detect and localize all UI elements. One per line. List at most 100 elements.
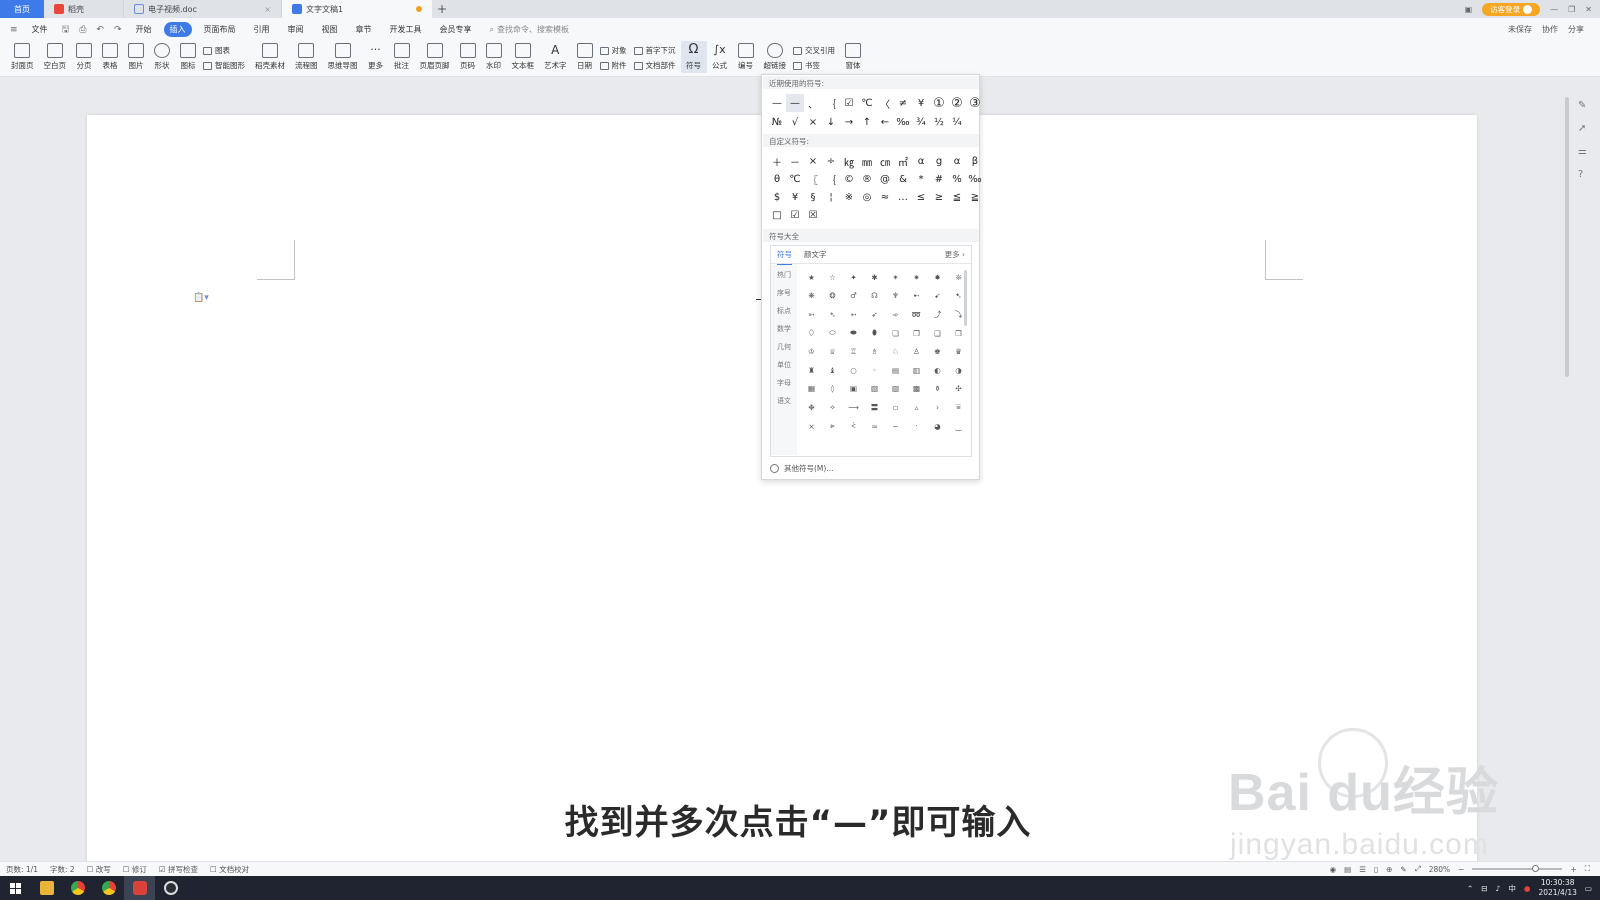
header-footer-button[interactable]: 页眉页脚 [415,41,455,73]
adjust-icon[interactable]: ⚌ [1578,146,1587,157]
library-symbol-cell[interactable]: ▧ [864,380,885,399]
symbol-cell[interactable]: ≦ [948,188,966,206]
zoom-in-icon[interactable]: + [1570,865,1576,874]
library-symbol-cell[interactable]: ⬭ [822,324,843,343]
library-symbol-cell[interactable]: ▵ [906,398,927,417]
symbol-cell[interactable]: ↑ [858,113,876,131]
library-symbol-cell[interactable]: ✷ [906,268,927,287]
library-symbol-cell[interactable]: ♆ [885,287,906,306]
library-symbol-cell[interactable]: ➴ [822,305,843,324]
library-symbol-cell[interactable]: ♕ [822,342,843,361]
symbol-cell[interactable]: β [966,152,984,170]
outline-view-icon[interactable]: ☰ [1359,865,1366,874]
taskbar-obs[interactable] [155,876,186,900]
symbol-cell[interactable]: § [804,188,822,206]
library-symbol-cell[interactable]: ‿ [948,417,969,436]
menu-devtools[interactable]: 开发工具 [384,22,428,37]
symbol-cell[interactable]: ½ [930,113,948,131]
layout-icon[interactable]: ▣ [1465,5,1473,14]
fit-icon[interactable]: ⤢ [1415,864,1421,874]
symbol-cell[interactable]: → [840,113,858,131]
symbol-cell[interactable]: ② [948,94,966,112]
symbol-cell[interactable]: ｛ [822,170,840,188]
close-icon[interactable]: × [264,5,271,14]
formula-button[interactable]: ∫x 公式 [707,41,733,73]
category-chinese[interactable]: 语文 [777,396,791,406]
library-symbol-cell[interactable]: ⩸ [948,398,969,417]
library-symbol-cell[interactable]: ➶ [864,305,885,324]
symbol-cell[interactable]: 〖 [804,170,822,188]
symbol-cell[interactable]: ® [858,170,876,188]
symbol-cell[interactable]: α [948,152,966,170]
menu-chapter[interactable]: 章节 [350,22,378,37]
library-symbol-cell[interactable]: ♜ [801,361,822,380]
library-symbol-cell[interactable]: ♘ [885,342,906,361]
tab-kaomoji[interactable]: 颜文字 [804,245,827,264]
symbol-cell[interactable]: ≥ [930,188,948,206]
symbol-cell[interactable]: ☑ [786,206,804,224]
taskbar-explorer[interactable] [31,876,62,900]
library-scrollbar[interactable] [964,270,967,326]
library-symbol-cell[interactable]: ✱ [864,268,885,287]
system-clock[interactable]: 10:30:38 2021/4/13 [1538,878,1576,898]
library-symbol-cell[interactable]: ⬯ [801,324,822,343]
vertical-scrollbar[interactable] [1563,85,1571,853]
shape-button[interactable]: 形状 [149,41,175,73]
ime-indicator[interactable]: 中 [1508,883,1516,894]
unsaved-button[interactable]: 未保存 [1508,24,1532,35]
category-letter[interactable]: 字母 [777,378,791,388]
more-button[interactable]: ··· 更多 [363,41,389,73]
picture-button[interactable]: 图片 [123,41,149,73]
page-view-icon[interactable]: ▤ [1344,865,1351,874]
menu-member[interactable]: 会员专享 [434,22,478,37]
library-symbol-cell[interactable]: ⬮ [864,324,885,343]
word-count[interactable]: 字数: 2 [50,864,75,875]
cover-page-button[interactable]: 封面页 [6,41,39,73]
docparts-button[interactable]: 文档部件 [633,60,676,71]
tab-docer[interactable]: 稻壳 [44,0,124,18]
library-symbol-cell[interactable]: ∽ [885,417,906,436]
library-symbol-cell[interactable]: ❑ [927,324,948,343]
library-symbol-cell[interactable]: ✸ [927,268,948,287]
library-symbol-cell[interactable]: ✦ [843,268,864,287]
symbol-cell[interactable]: ← [876,113,894,131]
library-symbol-cell[interactable]: ▦ [801,380,822,399]
library-symbol-cell[interactable]: ⚱ [927,380,948,399]
library-symbol-cell[interactable]: ☆ [822,268,843,287]
scroll-thumb[interactable] [1565,97,1569,377]
more-link[interactable]: 更多 › [945,249,971,260]
crossref-button[interactable]: 交叉引用 [793,45,835,56]
symbol-cell[interactable]: α [912,152,930,170]
redo-icon[interactable]: ↷ [112,25,124,35]
symbol-cell[interactable]: ÷ [822,152,840,170]
library-symbol-cell[interactable]: ❏ [885,324,906,343]
taskbar-chrome[interactable] [62,876,93,900]
symbol-cell[interactable]: θ [768,170,786,188]
attachment-button[interactable]: 附件 [599,60,627,71]
share-button[interactable]: 分享 [1568,24,1584,35]
library-symbol-cell[interactable]: ♔ [801,342,822,361]
library-symbol-cell[interactable]: ♛ [948,342,969,361]
paste-options-icon[interactable]: 📋▾ [193,293,209,303]
symbol-cell[interactable]: ≧ [966,188,984,206]
library-symbol-cell[interactable]: ◑ [948,361,969,380]
taskbar-wps[interactable] [124,876,155,900]
category-geometry[interactable]: 几何 [777,342,791,352]
textbox-button[interactable]: 文本框 [507,41,540,73]
library-symbol-cell[interactable]: ☊ [864,287,885,306]
write-view-icon[interactable]: ✎ [1400,865,1406,874]
symbol-cell[interactable]: 〈 [876,94,894,112]
symbol-cell[interactable]: ＋ [768,152,786,170]
symbol-cell[interactable]: 、 [804,94,822,112]
menu-file[interactable]: 文件 [26,22,54,37]
other-symbols-button[interactable]: 其他符号(M)... [770,463,833,474]
library-symbol-cell[interactable]: ➳ [801,305,822,324]
symbol-cell[interactable]: ｛ [822,94,840,112]
library-symbol-cell[interactable]: ▣ [843,380,864,399]
menu-review[interactable]: 审阅 [282,22,310,37]
symbol-cell[interactable]: ㎝ [876,152,894,170]
symbol-cell[interactable]: ℃ [858,94,876,112]
symbol-cell[interactable]: $ [768,188,786,206]
page-number-button[interactable]: 页码 [455,41,481,73]
watermark-button[interactable]: 水印 [481,41,507,73]
